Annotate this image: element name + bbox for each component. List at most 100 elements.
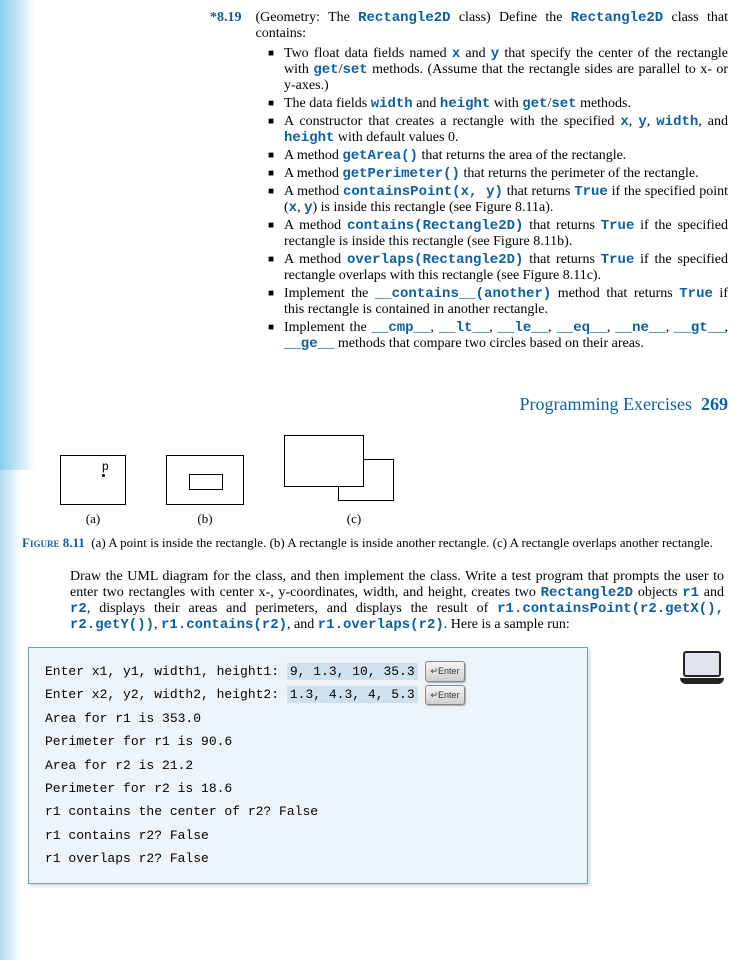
point-icon — [102, 474, 105, 477]
list-item: Implement the __cmp__, __lt__, __le__, _… — [268, 320, 728, 352]
method-le: __le__ — [498, 320, 548, 336]
list-item: A constructor that creates a rectangle w… — [268, 114, 728, 146]
run-line: Area for r2 is 21.2 — [45, 754, 571, 777]
user-input: 1.3, 4.3, 4, 5.3 — [287, 686, 418, 703]
list-item: A method overlaps(Rectangle2D) that retu… — [268, 252, 728, 284]
text: , — [489, 320, 497, 335]
enter-key-icon: ↵Enter — [425, 685, 464, 705]
exercise-title: (Geometry: The Rectangle2D class) Define… — [256, 10, 729, 42]
text: that returns the perimeter of the rectan… — [460, 166, 699, 181]
method-overlaps: overlaps(Rectangle2D) — [347, 252, 523, 268]
run-line: Enter x2, y2, width2, height2: 1.3, 4.3,… — [45, 683, 571, 706]
method-ne: __ne__ — [615, 320, 665, 336]
label-c: (c) — [284, 511, 424, 527]
figure-caption: Figure 8.11 (a) A point is inside the re… — [22, 535, 728, 551]
text: A constructor that creates a rectangle w… — [284, 114, 620, 129]
text: A method — [284, 148, 342, 163]
laptop-icon — [680, 651, 724, 685]
var-width: width — [371, 96, 413, 112]
text: that returns — [523, 218, 600, 233]
kw-true: True — [601, 252, 635, 268]
page-margin-gradient-bottom — [0, 470, 22, 960]
method-contains: contains(Rectangle2D) — [347, 218, 523, 234]
caption-text: (a) A point is inside the rectangle. (b)… — [91, 535, 713, 550]
text: The data fields — [284, 96, 371, 111]
var-height: height — [440, 96, 490, 112]
requirements-list: Two float data fields named x and y that… — [210, 46, 728, 352]
var-x: x — [452, 46, 460, 62]
label-b: (b) — [166, 511, 244, 527]
text: method that returns — [551, 286, 679, 301]
list-item: The data fields width and height with ge… — [268, 96, 728, 112]
text: A method — [284, 184, 343, 199]
call-overlaps: r1.overlaps(r2) — [318, 617, 444, 633]
class-name: Rectangle2D — [358, 10, 450, 26]
text: A method — [284, 218, 347, 233]
enter-key-icon: ↵Enter — [425, 661, 464, 681]
run-line: Area for r1 is 353.0 — [45, 707, 571, 730]
sample-run-box: Enter x1, y1, width1, height1: 9, 1.3, 1… — [28, 647, 588, 884]
var-r1: r1 — [682, 585, 699, 601]
method-containspoint: containsPoint(x, y) — [343, 184, 503, 200]
text: ) is inside this rectangle (see Figure 8… — [312, 200, 553, 215]
prompt-text: Enter x1, y1, width1, height1: — [45, 664, 287, 679]
section-title: Programming Exercises — [520, 394, 692, 414]
text: with default values 0. — [334, 130, 458, 145]
text: Implement the — [284, 320, 372, 335]
text: , — [430, 320, 438, 335]
text: objects — [633, 585, 682, 600]
text: and — [699, 585, 724, 600]
text: , and — [287, 617, 318, 632]
text: that returns — [503, 184, 574, 199]
method-dunder-contains: __contains__(another) — [375, 286, 551, 302]
figure-labels: (a) (b) (c) — [60, 511, 746, 527]
class-name: Rectangle2D — [541, 585, 633, 601]
kw-get: get — [522, 96, 547, 112]
text: , and — [698, 114, 728, 129]
kw-true: True — [574, 184, 608, 200]
instruction-paragraph: Draw the UML diagram for the class, and … — [70, 569, 724, 633]
var-width: width — [656, 114, 698, 130]
point-label: p — [102, 460, 109, 474]
kw-true: True — [679, 286, 713, 302]
text: methods. — [577, 96, 631, 111]
overlap-rect-front-icon — [284, 435, 364, 487]
text: methods that compare two circles based o… — [334, 336, 643, 351]
list-item: A method containsPoint(x, y) that return… — [268, 184, 728, 216]
method-getarea: getArea() — [342, 148, 418, 164]
run-line: Enter x1, y1, width1, height1: 9, 1.3, 1… — [45, 660, 571, 683]
class-name: Rectangle2D — [571, 10, 663, 26]
text: class) Define the — [451, 10, 571, 25]
var-y: y — [638, 114, 646, 130]
kw-set: set — [342, 62, 367, 78]
text: that returns — [523, 252, 600, 267]
var-y: y — [491, 46, 499, 62]
method-ge: __ge__ — [284, 336, 334, 352]
list-item: A method getArea() that returns the area… — [268, 148, 728, 164]
text: . Here is a sample run: — [444, 617, 570, 632]
text: and — [413, 96, 440, 111]
inner-rect-icon — [189, 474, 223, 490]
running-header: Programming Exercises 269 — [0, 394, 728, 415]
prompt-text: Enter x2, y2, width2, height2: — [45, 687, 287, 702]
text: , — [607, 320, 615, 335]
var-x: x — [289, 200, 297, 216]
method-gt: __gt__ — [674, 320, 724, 336]
figure-b — [166, 455, 244, 505]
list-item: Implement the __contains__(another) meth… — [268, 286, 728, 318]
text: A method — [284, 252, 347, 267]
text: , — [629, 114, 639, 129]
page-number: 269 — [701, 394, 728, 414]
figure-label: Figure 8.11 — [22, 535, 85, 550]
text: , — [647, 114, 657, 129]
run-line: Perimeter for r1 is 90.6 — [45, 730, 571, 753]
method-getperimeter: getPerimeter() — [342, 166, 460, 182]
kw-get: get — [313, 62, 338, 78]
list-item: A method contains(Rectangle2D) that retu… — [268, 218, 728, 250]
list-item: A method getPerimeter() that returns the… — [268, 166, 728, 182]
figure-c — [284, 435, 424, 505]
call-contains: r1.contains(r2) — [161, 617, 287, 633]
text: and — [460, 46, 491, 61]
figure-illustration: p — [60, 435, 746, 505]
run-line: r1 contains the center of r2? False — [45, 800, 571, 823]
